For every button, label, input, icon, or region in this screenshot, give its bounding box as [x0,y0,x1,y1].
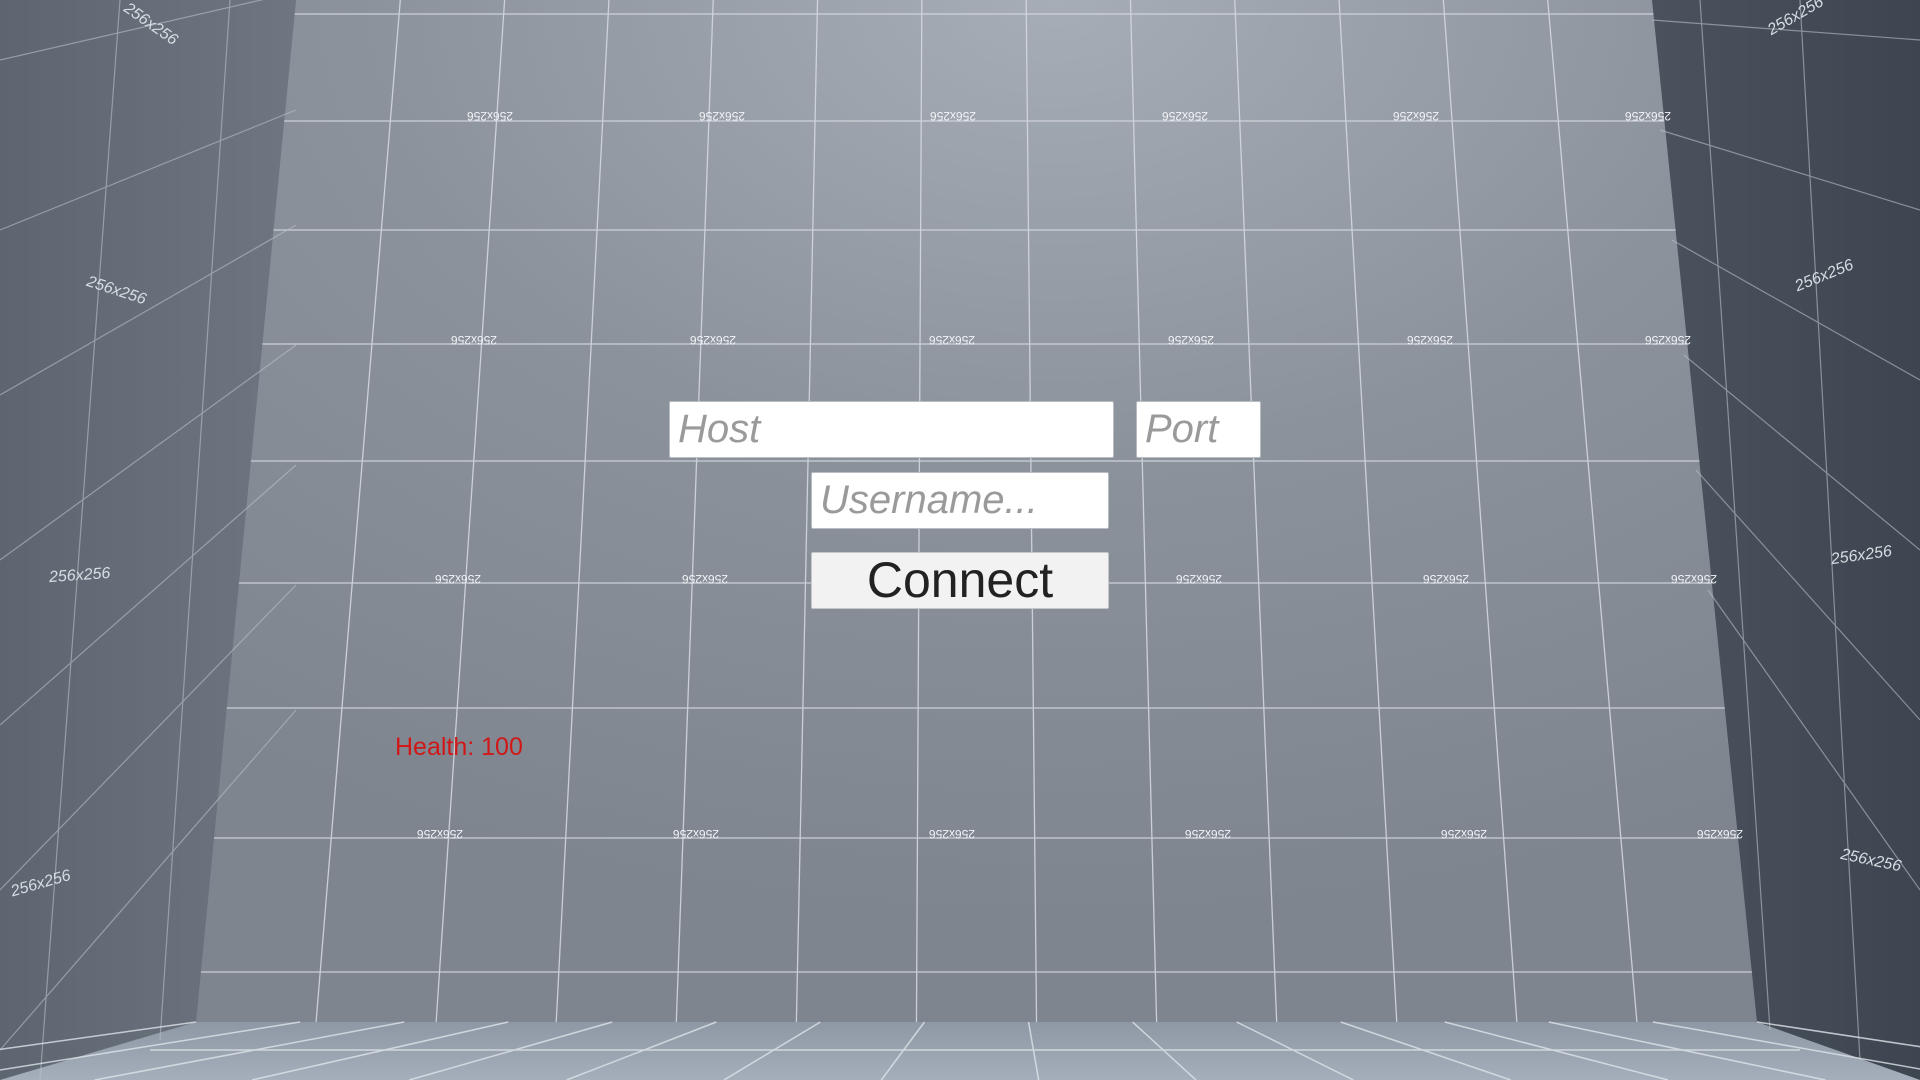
port-input[interactable] [1136,401,1261,458]
host-input[interactable] [669,401,1114,458]
ui-overlay: Connect Health: 100 [0,0,1920,1080]
health-label: Health: 100 [395,733,523,761]
username-input[interactable] [811,472,1109,529]
connect-button[interactable]: Connect [811,552,1109,609]
